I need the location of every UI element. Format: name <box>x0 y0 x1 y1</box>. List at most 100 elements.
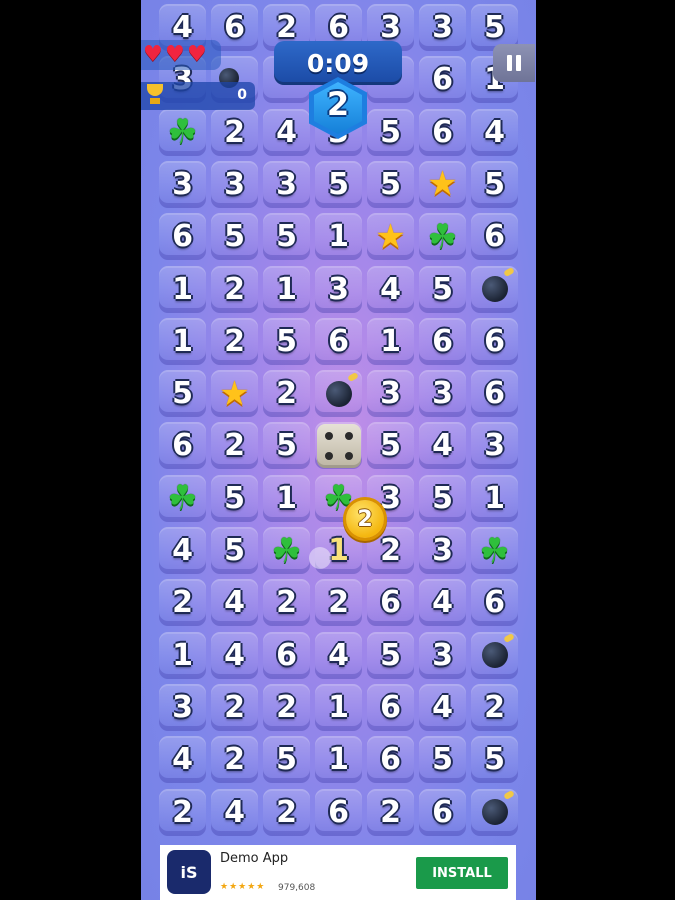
board-cell[interactable]: 5 <box>419 736 466 784</box>
board-cell[interactable]: 3 <box>471 422 518 470</box>
board-cell[interactable]: 4 <box>211 579 258 627</box>
board-cell[interactable]: 5 <box>367 422 414 470</box>
board-cell[interactable]: 5 <box>419 474 466 522</box>
board-cell[interactable]: 2 <box>367 788 414 836</box>
board-cell[interactable]: 5 <box>263 736 310 784</box>
board-cell[interactable]: 3 <box>315 265 362 313</box>
board-cell[interactable]: 5 <box>211 213 258 261</box>
board-cell[interactable]: 2 <box>211 265 258 313</box>
board-cell[interactable]: 5 <box>367 631 414 679</box>
board-cell[interactable]: 3 <box>159 160 206 208</box>
board-cell[interactable]: 6 <box>367 683 414 731</box>
board-cell[interactable]: 2 <box>263 788 310 836</box>
board-cell[interactable]: 1 <box>315 736 362 784</box>
ad-banner[interactable]: iS Demo App ★★★★★ 979,608 INSTALL <box>160 845 516 900</box>
board-cell[interactable]: 5 <box>419 265 466 313</box>
board-cell[interactable]: 2 <box>211 317 258 365</box>
board-cell[interactable]: 6 <box>315 788 362 836</box>
board-cell[interactable]: 6 <box>367 736 414 784</box>
board-cell[interactable]: 3 <box>419 631 466 679</box>
board-cell[interactable]: ★ <box>419 160 466 208</box>
install-button[interactable]: INSTALL <box>416 857 508 889</box>
board-cell[interactable]: 4 <box>419 683 466 731</box>
board-cell[interactable]: 2 <box>211 736 258 784</box>
board-cell[interactable] <box>471 631 518 679</box>
board-cell[interactable]: 2 <box>211 422 258 470</box>
board-cell[interactable]: ★ <box>367 213 414 261</box>
board-cell[interactable]: 6 <box>471 370 518 418</box>
player-token[interactable]: 2 <box>346 500 384 538</box>
board-cell[interactable]: 5 <box>159 370 206 418</box>
board-cell[interactable]: 3 <box>263 160 310 208</box>
board-cell[interactable]: 6 <box>419 317 466 365</box>
board-cell[interactable]: 6 <box>263 631 310 679</box>
board-cell[interactable]: 2 <box>471 683 518 731</box>
board-cell[interactable] <box>471 265 518 313</box>
board-cell[interactable]: 5 <box>211 474 258 522</box>
board-cell[interactable]: 4 <box>471 108 518 156</box>
board-cell[interactable]: 6 <box>315 317 362 365</box>
board-cell[interactable]: 2 <box>263 683 310 731</box>
board-cell[interactable]: 1 <box>315 213 362 261</box>
board-cell[interactable]: 5 <box>471 160 518 208</box>
board-cell[interactable]: 2 <box>263 370 310 418</box>
board-cell[interactable]: ☘ <box>159 474 206 522</box>
board-cell[interactable]: 6 <box>471 213 518 261</box>
board-cell[interactable]: 5 <box>315 160 362 208</box>
board-cell[interactable]: 6 <box>159 213 206 261</box>
board-cell[interactable]: 4 <box>159 527 206 574</box>
board-cell[interactable]: ★ <box>211 370 258 418</box>
board-cell[interactable]: 3 <box>211 160 258 208</box>
board-cell[interactable]: 5 <box>471 736 518 784</box>
board-cell[interactable]: 4 <box>211 788 258 836</box>
board-cell[interactable] <box>315 422 362 470</box>
ad-app-icon[interactable]: iS <box>167 850 211 894</box>
board-cell[interactable]: 4 <box>263 108 310 156</box>
board-cell[interactable]: 4 <box>419 579 466 627</box>
board-cell[interactable]: 4 <box>367 265 414 313</box>
board-cell[interactable]: 3 <box>159 683 206 731</box>
board-cell[interactable]: 4 <box>159 736 206 784</box>
board-cell[interactable]: 1 <box>159 265 206 313</box>
board-cell[interactable]: 5 <box>211 527 258 574</box>
board-cell[interactable]: 1 <box>367 317 414 365</box>
board-cell[interactable]: 5 <box>367 160 414 208</box>
board-cell[interactable]: ☘ <box>263 527 310 574</box>
board-cell[interactable]: 3 <box>367 370 414 418</box>
board-cell[interactable]: 4 <box>419 422 466 470</box>
board-cell[interactable]: ☘ <box>159 108 206 156</box>
board-cell[interactable]: ☘ <box>471 527 518 574</box>
board-cell[interactable]: 1 <box>159 631 206 679</box>
board-cell[interactable]: 6 <box>159 422 206 470</box>
board-cell[interactable]: 2 <box>211 683 258 731</box>
board-cell[interactable]: 5 <box>263 422 310 470</box>
board-cell[interactable]: 6 <box>419 108 466 156</box>
board-cell[interactable]: 6 <box>367 579 414 627</box>
board-cell[interactable]: 4 <box>211 631 258 679</box>
board-cell[interactable]: 3 <box>419 4 466 51</box>
pause-button[interactable] <box>493 44 535 82</box>
board-cell[interactable]: 6 <box>471 579 518 627</box>
board-cell[interactable]: 6 <box>419 56 466 104</box>
board-cell[interactable]: 1 <box>263 474 310 522</box>
board-cell[interactable]: 6 <box>471 317 518 365</box>
board-cell[interactable]: ☘ <box>419 213 466 261</box>
board-cell[interactable]: 3 <box>419 527 466 574</box>
board-cell[interactable]: 6 <box>419 788 466 836</box>
board-cell[interactable]: 5 <box>263 317 310 365</box>
board-cell[interactable]: 5 <box>263 213 310 261</box>
board-cell[interactable]: 4 <box>315 631 362 679</box>
board-cell[interactable]: 2 <box>211 108 258 156</box>
board-cell[interactable] <box>315 370 362 418</box>
board-cell[interactable]: 2 <box>263 579 310 627</box>
board-cell[interactable]: 1 <box>263 265 310 313</box>
board-cell[interactable]: 2 <box>159 788 206 836</box>
board-cell[interactable]: 1 <box>159 317 206 365</box>
board-cell[interactable]: 5 <box>367 108 414 156</box>
board-cell[interactable]: 2 <box>159 579 206 627</box>
board-cell[interactable]: 1 <box>315 683 362 731</box>
board-cell[interactable]: 1 <box>471 474 518 522</box>
board-cell[interactable]: 2 <box>315 579 362 627</box>
board-cell[interactable] <box>471 788 518 836</box>
board-cell[interactable]: 3 <box>419 370 466 418</box>
